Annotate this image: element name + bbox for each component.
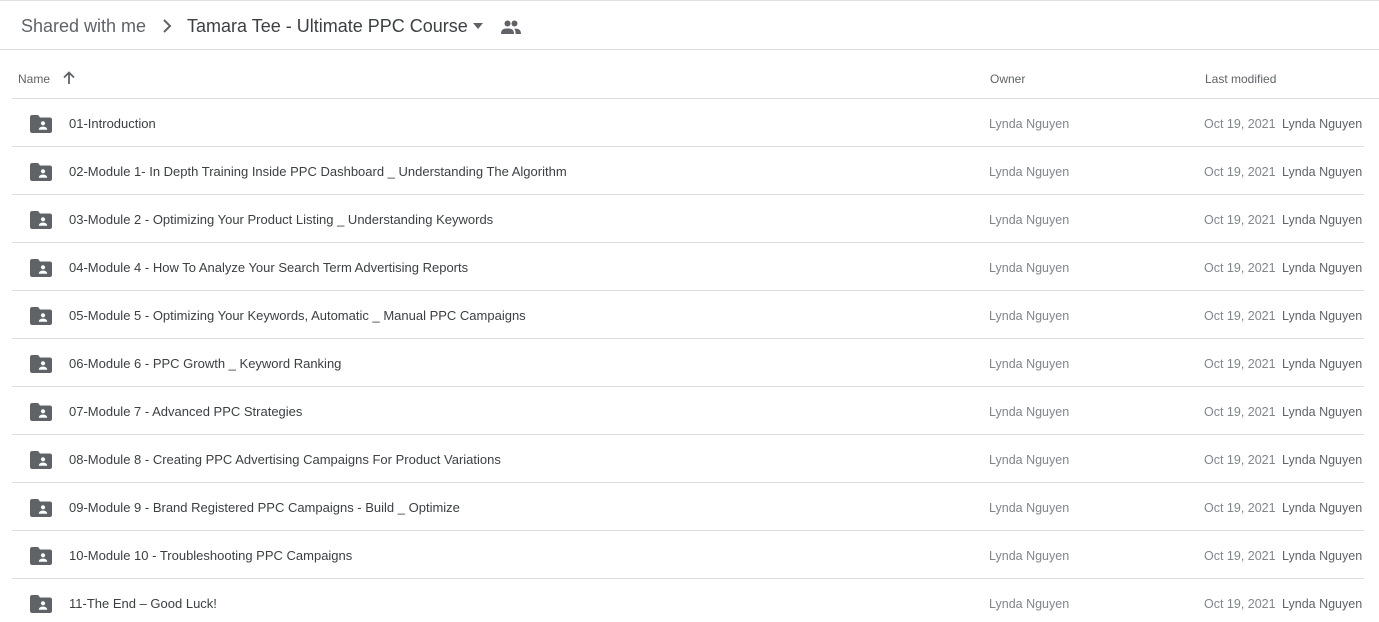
file-name: 03-Module 2 - Optimizing Your Product Li… — [69, 212, 494, 227]
drive-folder-view: Shared with me Tamara Tee - Ultimate PPC… — [0, 0, 1379, 622]
file-owner: Lynda Nguyen — [989, 597, 1070, 611]
column-header-row: Name Owner Last modified — [12, 59, 1379, 99]
file-modified-date: Oct 19, 2021 — [1204, 501, 1276, 515]
file-row[interactable]: 09-Module 9 - Brand Registered PPC Campa… — [12, 483, 1364, 531]
file-owner: Lynda Nguyen — [989, 213, 1070, 227]
file-name: 05-Module 5 - Optimizing Your Keywords, … — [69, 308, 526, 323]
file-modified-date: Oct 19, 2021 — [1204, 549, 1276, 563]
file-row[interactable]: 03-Module 2 - Optimizing Your Product Li… — [12, 195, 1364, 243]
shared-folder-icon — [30, 211, 52, 229]
file-modified-date: Oct 19, 2021 — [1204, 405, 1276, 419]
file-modified-by: Lynda Nguyen — [1282, 261, 1363, 275]
file-owner: Lynda Nguyen — [989, 453, 1070, 467]
file-modified-date: Oct 19, 2021 — [1204, 165, 1276, 179]
column-header-last-modified[interactable]: Last modified — [1205, 71, 1276, 87]
breadcrumb-shared-with-me[interactable]: Shared with me — [21, 14, 146, 38]
file-list: 01-Introduction Lynda Nguyen Oct 19, 2021 L… — [12, 99, 1364, 622]
file-name: 08-Module 8 - Creating PPC Advertising C… — [69, 452, 501, 467]
file-owner: Lynda Nguyen — [989, 357, 1070, 371]
shared-folder-icon — [30, 307, 52, 325]
file-modified-date: Oct 19, 2021 — [1204, 117, 1276, 131]
file-name: 01-Introduction — [69, 116, 156, 131]
file-name: 06-Module 6 - PPC Growth _ Keyword Ranki… — [69, 356, 342, 371]
file-row[interactable]: 08-Module 8 - Creating PPC Advertising C… — [12, 435, 1364, 483]
file-row[interactable]: 11-The End – Good Luck! Lynda Nguyen Oct 1… — [12, 579, 1364, 622]
file-row[interactable]: 10-Module 10 - Troubleshooting PPC Campa… — [12, 531, 1364, 579]
file-modified-date: Oct 19, 2021 — [1204, 309, 1276, 323]
breadcrumb-current-folder[interactable]: Tamara Tee - Ultimate PPC Course — [187, 14, 468, 38]
file-modified-by: Lynda Nguyen — [1282, 549, 1363, 563]
breadcrumb: Shared with me Tamara Tee - Ultimate PPC… — [0, 1, 1379, 50]
column-header-name[interactable]: Name — [18, 71, 50, 87]
shared-folder-icon — [30, 595, 52, 613]
shared-folder-icon — [30, 499, 52, 517]
file-owner: Lynda Nguyen — [989, 405, 1070, 419]
file-modified-by: Lynda Nguyen — [1282, 117, 1363, 131]
file-row[interactable]: 01-Introduction Lynda Nguyen Oct 19, 2021 L… — [12, 99, 1364, 147]
shared-folder-icon — [30, 547, 52, 565]
file-modified-by: Lynda Nguyen — [1282, 501, 1363, 515]
file-modified-date: Oct 19, 2021 — [1204, 213, 1276, 227]
file-modified-by: Lynda Nguyen — [1282, 213, 1363, 227]
file-owner: Lynda Nguyen — [989, 501, 1070, 515]
file-modified-date: Oct 19, 2021 — [1204, 261, 1276, 275]
file-row[interactable]: 07-Module 7 - Advanced PPC Strategies Lyn… — [12, 387, 1364, 435]
caret-down-icon[interactable] — [471, 21, 485, 31]
file-name: 10-Module 10 - Troubleshooting PPC Campa… — [69, 548, 353, 563]
arrow-up-icon[interactable] — [62, 71, 76, 85]
column-header-owner: Owner — [990, 72, 1026, 86]
file-modified-date: Oct 19, 2021 — [1204, 597, 1276, 611]
people-icon[interactable] — [501, 19, 521, 35]
file-modified-date: Oct 19, 2021 — [1204, 453, 1276, 467]
shared-folder-icon — [30, 355, 52, 373]
file-owner: Lynda Nguyen — [989, 549, 1070, 563]
file-modified-by: Lynda Nguyen — [1282, 453, 1363, 467]
file-owner: Lynda Nguyen — [989, 165, 1070, 179]
file-modified-by: Lynda Nguyen — [1282, 357, 1363, 371]
shared-folder-icon — [30, 115, 52, 133]
file-owner: Lynda Nguyen — [989, 117, 1070, 131]
file-name: 02-Module 1- In Depth Training Inside PP… — [69, 164, 567, 179]
shared-folder-icon — [30, 403, 52, 421]
shared-folder-icon — [30, 163, 52, 181]
file-row[interactable]: 04-Module 4 - How To Analyze Your Search… — [12, 243, 1364, 291]
file-modified-by: Lynda Nguyen — [1282, 597, 1363, 611]
file-modified-by: Lynda Nguyen — [1282, 405, 1363, 419]
file-modified-by: Lynda Nguyen — [1282, 165, 1363, 179]
file-modified-date: Oct 19, 2021 — [1204, 357, 1276, 371]
chevron-right-icon — [163, 19, 172, 33]
file-name: 07-Module 7 - Advanced PPC Strategies — [69, 404, 303, 419]
file-row[interactable]: 06-Module 6 - PPC Growth _ Keyword Ranki… — [12, 339, 1364, 387]
file-name: 04-Module 4 - How To Analyze Your Search… — [69, 260, 469, 275]
file-row[interactable]: 02-Module 1- In Depth Training Inside PP… — [12, 147, 1364, 195]
file-owner: Lynda Nguyen — [989, 309, 1070, 323]
shared-folder-icon — [30, 259, 52, 277]
file-owner: Lynda Nguyen — [989, 261, 1070, 275]
file-name: 09-Module 9 - Brand Registered PPC Campa… — [69, 500, 460, 515]
file-name: 11-The End – Good Luck! — [69, 596, 217, 611]
file-modified-by: Lynda Nguyen — [1282, 309, 1363, 323]
shared-folder-icon — [30, 451, 52, 469]
file-row[interactable]: 05-Module 5 - Optimizing Your Keywords, … — [12, 291, 1364, 339]
